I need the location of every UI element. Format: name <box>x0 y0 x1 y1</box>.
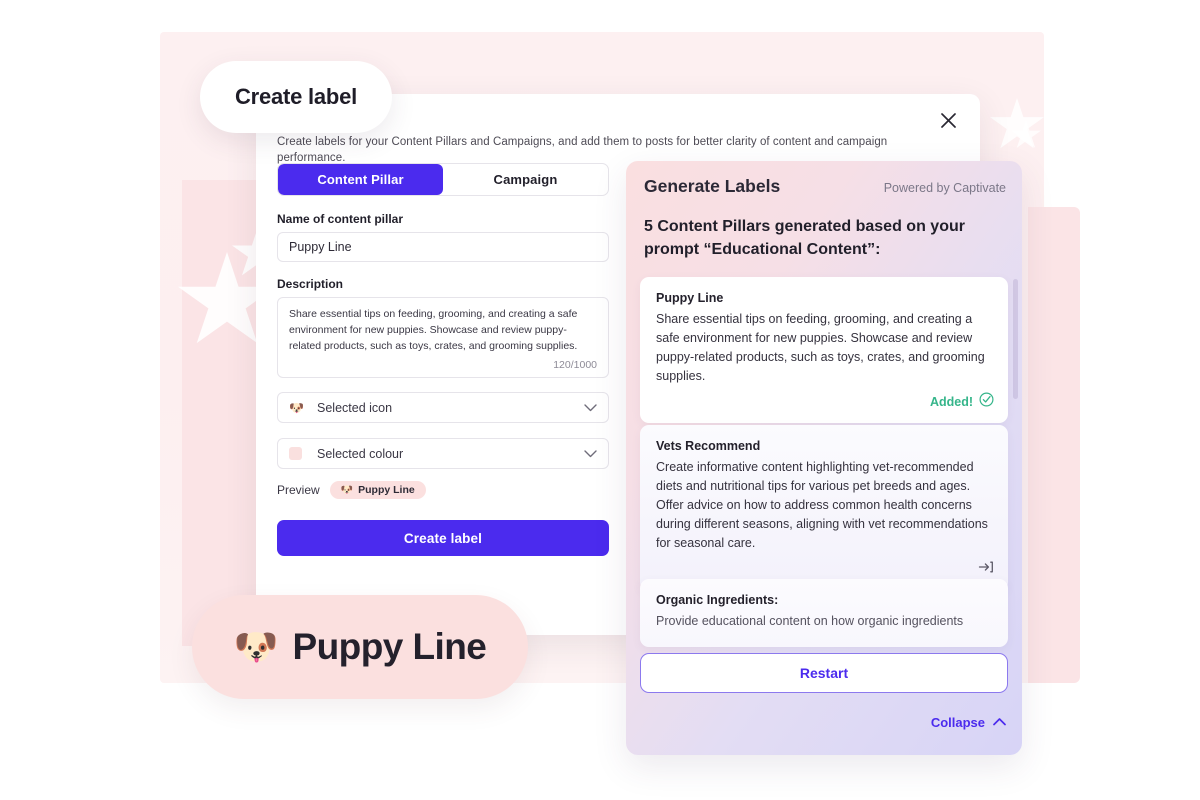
generated-label-body: Share essential tips on feeding, groomin… <box>656 312 985 383</box>
panel-scrollbar[interactable] <box>1013 279 1018 399</box>
icon-select-value: Selected icon <box>317 400 393 415</box>
check-circle-icon <box>979 392 994 412</box>
description-char-counter: 120/1000 <box>553 359 597 371</box>
generated-label-title: Puppy Line <box>656 291 724 305</box>
generate-labels-subheading: 5 Content Pillars generated based on you… <box>644 218 965 259</box>
tab-campaign[interactable]: Campaign <box>443 164 608 195</box>
generate-labels-panel: Generate Labels Powered by Captivate 5 C… <box>626 161 1022 755</box>
chevron-down-icon <box>584 445 597 463</box>
arrow-into-bracket-icon[interactable] <box>978 559 994 580</box>
generated-label-status: Added! <box>640 386 1008 423</box>
restart-button[interactable]: Restart <box>640 653 1008 693</box>
dog-face-icon: 🐶 <box>233 626 279 667</box>
preview-pill-text: Puppy Line <box>358 484 415 496</box>
name-field-label: Name of content pillar <box>277 212 404 226</box>
generated-label-card[interactable]: Organic Ingredients: Provide educational… <box>640 579 1008 647</box>
generated-label-body: Provide educational content on how organ… <box>656 614 964 628</box>
name-input[interactable]: Puppy Line <box>277 232 609 262</box>
colour-select-value: Selected colour <box>317 446 404 461</box>
generated-label-title: Organic Ingredients: <box>656 593 779 607</box>
puppy-line-showcase-pill: 🐶 Puppy Line <box>192 595 528 699</box>
create-label-title-pill: Create label <box>200 61 392 133</box>
generated-label-title: Vets Recommend <box>656 439 761 453</box>
generated-label-card[interactable]: Vets Recommend Create informative conten… <box>640 425 1008 591</box>
description-field-label: Description <box>277 277 344 291</box>
chevron-down-icon <box>584 399 597 417</box>
collapse-toggle[interactable]: Collapse <box>931 713 1006 731</box>
screenshot-root: Create labels for your Content Pillars a… <box>0 0 1200 800</box>
description-textarea[interactable]: Share essential tips on feeding, groomin… <box>277 297 609 378</box>
colour-swatch <box>289 447 307 460</box>
icon-select[interactable]: 🐶 Selected icon <box>277 392 609 423</box>
label-type-tabs: Content Pillar Campaign <box>277 163 609 196</box>
close-icon[interactable] <box>934 106 962 134</box>
preview-label-pill: 🐶 Puppy Line <box>329 481 426 499</box>
puppy-line-showcase-text: Puppy Line <box>292 626 487 667</box>
generated-label-card[interactable]: Puppy Line Share essential tips on feedi… <box>640 277 1008 423</box>
colour-select[interactable]: Selected colour <box>277 438 609 469</box>
page-title: Create label <box>234 84 358 109</box>
name-input-value: Puppy Line <box>289 240 352 254</box>
create-label-button[interactable]: Create label <box>277 520 609 556</box>
generated-label-body: Create informative content highlighting … <box>656 460 988 550</box>
tab-content-pillar[interactable]: Content Pillar <box>278 164 443 195</box>
preview-row: Preview 🐶 Puppy Line <box>277 481 426 499</box>
generate-labels-heading: Generate Labels <box>644 176 781 196</box>
decorative-block-right <box>1028 207 1080 683</box>
generate-labels-header: Generate Labels Powered by Captivate <box>644 176 1006 197</box>
chevron-up-icon <box>993 713 1006 731</box>
dog-face-icon: 🐶 <box>289 400 304 415</box>
description-textarea-value: Share essential tips on feeding, groomin… <box>289 308 578 352</box>
powered-by-label: Powered by Captivate <box>883 181 1006 195</box>
added-status-text: Added! <box>929 395 973 409</box>
preview-label: Preview <box>277 483 320 497</box>
collapse-label: Collapse <box>930 714 985 730</box>
dog-face-icon: 🐶 <box>340 484 354 496</box>
